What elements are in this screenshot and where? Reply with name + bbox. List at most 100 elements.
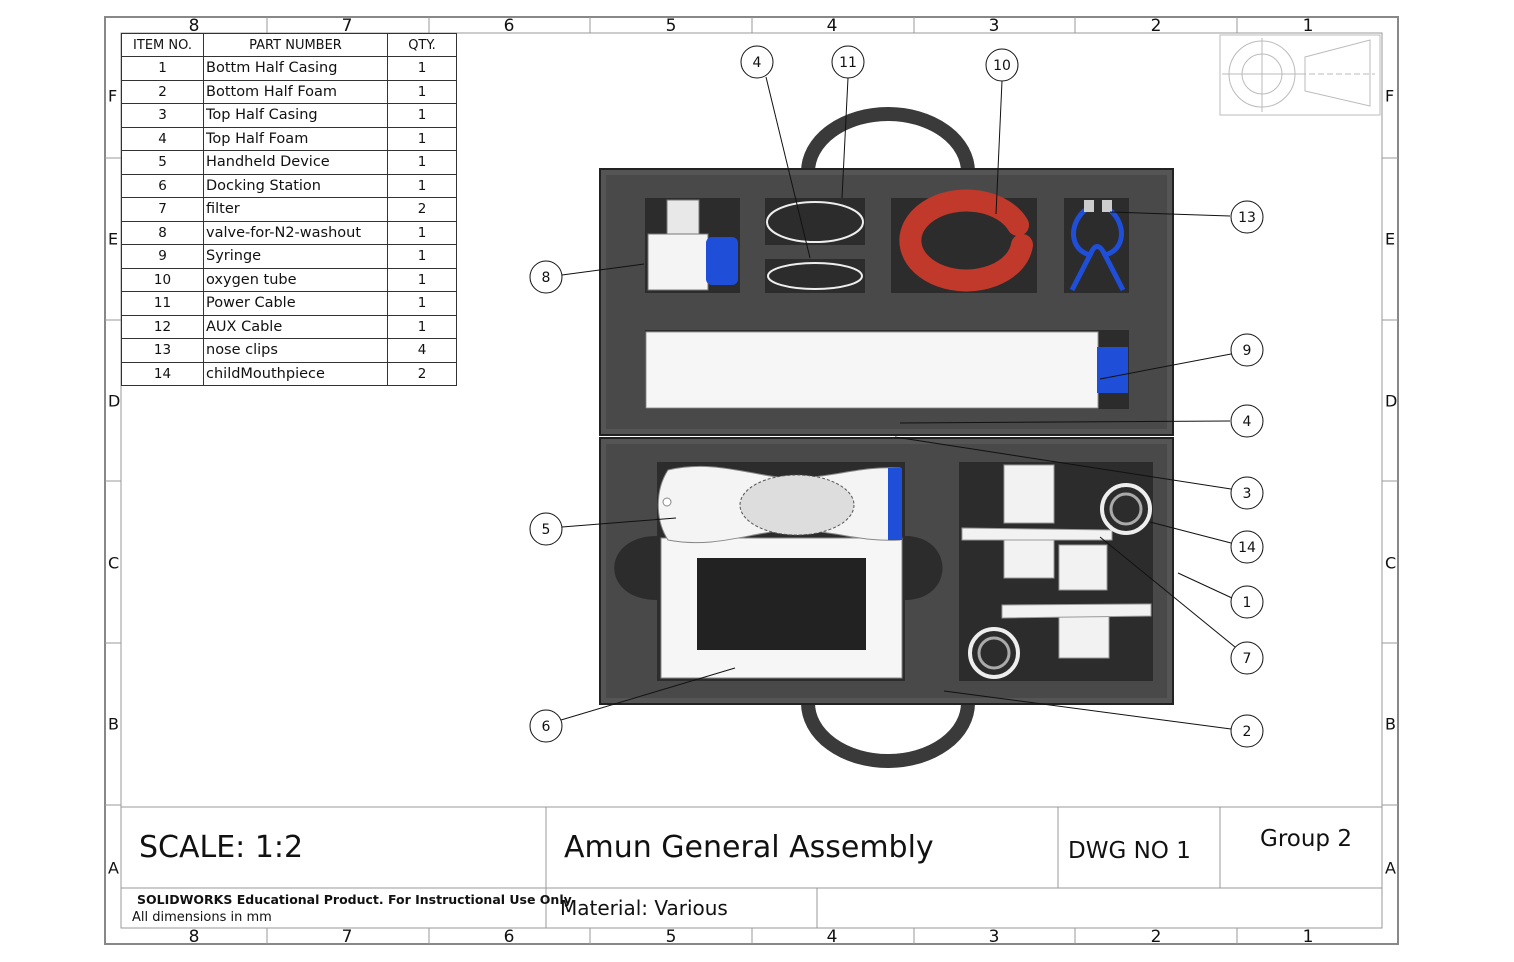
quantity: 1 (387, 79, 457, 104)
balloon-label: 1 (1243, 595, 1252, 611)
part-number: AUX Cable (203, 314, 388, 339)
part-number: oxygen tube (203, 267, 388, 292)
balloon-label: 8 (542, 270, 551, 286)
balloon-label: 6 (542, 719, 551, 735)
cable-cutout-1 (765, 198, 865, 245)
table-row: 13 nose clips 4 (121, 338, 457, 363)
zone-col-label: 7 (341, 927, 353, 947)
quantity: 1 (387, 150, 457, 175)
zone-row-label: F (1385, 86, 1395, 106)
table-header-row: ITEM NO. PART NUMBER QTY. (121, 33, 457, 57)
handheld-grille (739, 474, 855, 536)
scale-label: SCALE: 1:2 (139, 830, 304, 865)
column-header-item: ITEM NO. (121, 33, 204, 57)
zone-col-label: 4 (826, 16, 838, 36)
table-row: 1 Bottm Half Casing 1 (121, 56, 457, 81)
syringe-tip (1097, 347, 1128, 393)
zone-col-label: 5 (665, 927, 677, 947)
group-label: Group 2 (1260, 826, 1352, 852)
zone-row-label: B (108, 714, 119, 734)
item-no: 7 (121, 197, 204, 222)
quantity: 1 (387, 126, 457, 151)
part-number: valve-for-N2-washout (203, 220, 388, 245)
item-no: 3 (121, 103, 204, 128)
quantity: 1 (387, 173, 457, 198)
quantity: 1 (387, 314, 457, 339)
zone-col-label: 6 (503, 16, 515, 36)
part-number: Docking Station (203, 173, 388, 198)
item-no: 6 (121, 173, 204, 198)
item-no: 8 (121, 220, 204, 245)
table-row: 2 Bottom Half Foam 1 (121, 79, 457, 104)
part-number: Top Half Casing (203, 103, 388, 128)
part-number: childMouthpiece (203, 361, 388, 386)
item-no: 10 (121, 267, 204, 292)
cable-cutout-2 (765, 259, 865, 293)
part-number: Power Cable (203, 291, 388, 316)
table-row: 14 childMouthpiece 2 (121, 361, 457, 386)
title-block-lines (121, 806, 1382, 928)
zone-col-label: 6 (503, 927, 515, 947)
dimensions-note: All dimensions in mm (132, 910, 272, 925)
syringe-icon (645, 331, 1099, 409)
zone-row-label: D (1385, 391, 1398, 411)
zone-col-label: 3 (988, 927, 1000, 947)
zone-col-label: 4 (826, 927, 838, 947)
item-no: 12 (121, 314, 204, 339)
part-number: Bottom Half Foam (203, 79, 388, 104)
zone-row-label: D (108, 391, 121, 411)
quantity: 1 (387, 244, 457, 269)
zone-col-label: 5 (665, 16, 677, 36)
zone-row-label: C (1385, 553, 1397, 573)
zone-row-label: A (1385, 858, 1396, 878)
balloon-label: 9 (1243, 343, 1252, 359)
table-row: 5 Handheld Device 1 (121, 150, 457, 175)
handheld-tip (888, 468, 902, 540)
item-no: 5 (121, 150, 204, 175)
item-no: 13 (121, 338, 204, 363)
part-number: Bottm Half Casing (203, 56, 388, 81)
part-number: Top Half Foam (203, 126, 388, 151)
table-row: 12 AUX Cable 1 (121, 314, 457, 339)
item-no: 9 (121, 244, 204, 269)
zone-col-label: 3 (988, 16, 1000, 36)
part-number: Syringe (203, 244, 388, 269)
balloon-label: 11 (839, 55, 857, 71)
balloon-label: 13 (1238, 210, 1256, 226)
zone-col-label: 8 (188, 927, 200, 947)
quantity: 2 (387, 361, 457, 386)
zone-col-label: 2 (1150, 927, 1162, 947)
table-row: 4 Top Half Foam 1 (121, 126, 457, 151)
projection-symbol (1219, 34, 1381, 116)
bill-of-materials-table: ITEM NO. PART NUMBER QTY. 1 Bottm Half Ca… (121, 33, 457, 386)
material-label: Material: Various (560, 896, 728, 920)
item-no: 4 (121, 126, 204, 151)
balloon-label: 14 (1238, 540, 1256, 556)
quantity: 1 (387, 56, 457, 81)
zone-row-label: E (1385, 229, 1396, 249)
drawing-number: DWG NO 1 (1068, 838, 1191, 864)
educational-notice: SOLIDWORKS Educational Product. For Inst… (137, 892, 572, 907)
table-row: 7 filter 2 (121, 197, 457, 222)
balloon-label: 7 (1243, 651, 1252, 667)
zone-col-label: 1 (1302, 16, 1314, 36)
part-number: nose clips (203, 338, 388, 363)
balloon-label: 2 (1243, 724, 1252, 740)
table-row: 10 oxygen tube 1 (121, 267, 457, 292)
table-row: 8 valve-for-N2-washout 1 (121, 220, 457, 245)
top-handle (801, 107, 975, 173)
column-header-part: PART NUMBER (203, 33, 388, 57)
part-number: filter (203, 197, 388, 222)
part-number: Handheld Device (203, 150, 388, 175)
table-row: 11 Power Cable 1 (121, 291, 457, 316)
docking-screen (697, 558, 866, 650)
quantity: 4 (387, 338, 457, 363)
quantity: 1 (387, 220, 457, 245)
balloon-label: 4 (753, 55, 762, 71)
zone-row-label: A (108, 858, 119, 878)
item-no: 2 (121, 79, 204, 104)
drawing-sheet: 4 11 10 13 8 9 4 3 5 14 1 7 6 2 8 7 6 5 … (0, 0, 1514, 962)
quantity: 1 (387, 267, 457, 292)
zone-col-label: 1 (1302, 927, 1314, 947)
quantity: 1 (387, 103, 457, 128)
